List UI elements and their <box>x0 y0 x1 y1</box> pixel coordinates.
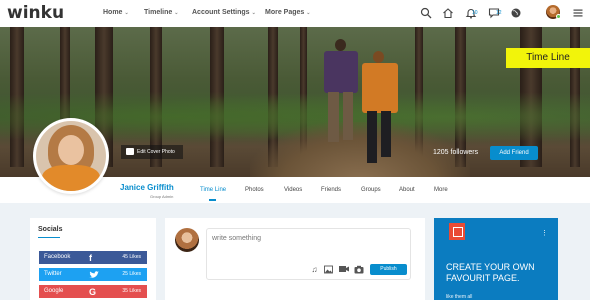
post-input[interactable]: write something ♫ Publish <box>206 228 411 280</box>
page-ad-widget[interactable]: ⋮ CREATE YOUR OWN FAVOURIT PAGE. like th… <box>434 218 558 300</box>
nav-home-label: Home <box>103 9 123 16</box>
social-likes: 45 Likes <box>122 254 141 260</box>
ad-headline: CREATE YOUR OWN FAVOURIT PAGE. <box>446 262 535 283</box>
more-options-icon[interactable]: ⋮ <box>541 229 548 237</box>
edit-cover-label: Edit Cover Photo <box>137 149 175 155</box>
search-icon[interactable] <box>420 6 434 20</box>
person-leg <box>343 92 353 140</box>
nav-more-pages-label: More Pages <box>265 9 305 16</box>
composer-avatar <box>175 228 199 252</box>
notification-count-badge: 10 <box>472 10 478 16</box>
title-underline <box>38 237 60 238</box>
person-leg <box>367 111 377 163</box>
publish-button[interactable]: Publish <box>370 264 407 275</box>
person-head <box>335 39 346 51</box>
social-row-facebook[interactable]: Facebook f 45 Likes <box>39 251 147 264</box>
edit-cover-button[interactable]: Edit Cover Photo <box>121 145 183 159</box>
add-friend-button[interactable]: Add Friend <box>490 146 538 160</box>
home-icon[interactable] <box>442 6 456 20</box>
social-likes: 35 Likes <box>122 288 141 294</box>
social-likes: 25 Likes <box>122 271 141 277</box>
nav-account-settings-label: Account Settings <box>192 9 250 16</box>
tab-photos[interactable]: Photos <box>245 187 264 193</box>
chevron-down-icon: ⌄ <box>124 10 129 16</box>
twitter-icon <box>89 269 99 283</box>
post-input-placeholder: write something <box>212 235 262 242</box>
chevron-down-icon: ⌄ <box>174 10 179 16</box>
followers-count: 1205 followers <box>433 149 479 156</box>
chevron-down-icon: ⌄ <box>251 10 256 16</box>
online-status-dot <box>556 14 561 19</box>
camera-icon[interactable] <box>354 265 364 274</box>
avatar-face <box>58 135 84 165</box>
profile-role: Group Admin <box>150 194 174 199</box>
globe-icon[interactable] <box>510 6 524 20</box>
socials-title: Socials <box>38 226 63 233</box>
social-name: Facebook <box>44 254 71 260</box>
message-count-badge: 12 <box>496 10 502 16</box>
avatar-sweater <box>42 165 100 191</box>
social-name: Google <box>44 288 64 294</box>
google-icon: G <box>89 287 97 297</box>
nav-home[interactable]: Home ⌄ <box>103 9 129 16</box>
tab-more[interactable]: More <box>434 187 448 193</box>
image-icon[interactable] <box>324 265 333 274</box>
menu-icon[interactable] <box>572 6 586 20</box>
video-icon[interactable] <box>339 265 349 274</box>
tab-timeline[interactable]: Time Line <box>200 187 226 193</box>
ad-badge-icon <box>449 223 465 240</box>
socials-widget: Socials Facebook f 45 Likes Twitter 25 L… <box>30 218 156 300</box>
tab-friends[interactable]: Friends <box>321 187 341 193</box>
profile-avatar[interactable] <box>33 118 109 194</box>
camera-icon <box>126 148 134 155</box>
profile-photo <box>36 121 106 191</box>
tab-about[interactable]: About <box>399 187 415 193</box>
person-leg <box>381 111 391 157</box>
brand-logo-text: winku <box>7 3 65 23</box>
top-navbar: winku Home ⌄ Timeline ⌄ Account Settings ⌄ … <box>0 0 590 27</box>
tab-videos[interactable]: Videos <box>284 187 302 193</box>
person-body <box>362 63 398 113</box>
post-composer: write something ♫ Publish <box>165 218 425 300</box>
person-leg <box>328 92 339 142</box>
music-icon[interactable]: ♫ <box>310 265 319 274</box>
timeline-tag: Time Line <box>506 48 590 68</box>
nav-more-pages[interactable]: More Pages ⌄ <box>265 9 311 16</box>
tab-groups[interactable]: Groups <box>361 187 381 193</box>
ad-subtext: like them all <box>446 294 473 300</box>
nav-timeline[interactable]: Timeline ⌄ <box>144 9 178 16</box>
active-tab-indicator <box>209 199 216 201</box>
social-row-google[interactable]: Google G 35 Likes <box>39 285 147 298</box>
social-name: Twitter <box>44 271 62 277</box>
chevron-down-icon: ⌄ <box>306 10 311 16</box>
nav-timeline-label: Timeline <box>144 9 173 16</box>
person-head <box>373 51 384 63</box>
person-body <box>324 51 358 93</box>
brand-logo[interactable]: winku <box>7 3 64 23</box>
profile-name: Janice Griffith <box>120 183 174 192</box>
nav-account-settings[interactable]: Account Settings ⌄ <box>192 9 256 16</box>
facebook-icon: f <box>89 253 92 263</box>
social-row-twitter[interactable]: Twitter 25 Likes <box>39 268 147 281</box>
